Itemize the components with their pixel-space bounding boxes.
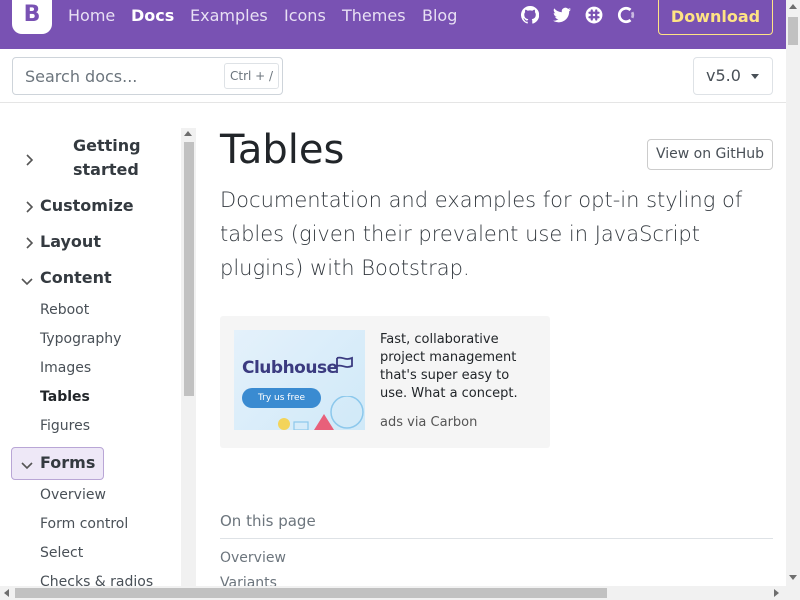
search-shortcut: Ctrl + /: [224, 63, 280, 89]
sidebar-group-getting-started-2[interactable]: started: [73, 160, 139, 179]
toc-link-overview[interactable]: Overview: [220, 550, 286, 566]
sidebar-item-form-control[interactable]: Form control: [40, 516, 128, 532]
sidebar-item-typography[interactable]: Typography: [40, 331, 121, 347]
nav-docs[interactable]: Docs: [131, 6, 174, 26]
docs-subnav: Search docs... Ctrl + / v5.0: [0, 49, 786, 103]
search-placeholder: Search docs...: [25, 67, 138, 86]
nav-themes[interactable]: Themes: [342, 6, 406, 26]
sidebar-item-figures[interactable]: Figures: [40, 418, 90, 434]
chevron-down-icon[interactable]: [20, 459, 34, 473]
page-horizontal-scroll-thumb[interactable]: [15, 588, 607, 598]
docs-sidebar: Getting started Customize Layout Content…: [0, 103, 196, 586]
page-lead: Documentation and examples for opt-in st…: [220, 188, 743, 280]
on-this-page-heading: On this page: [220, 512, 316, 530]
caret-down-icon: [751, 74, 759, 79]
page-title: Tables: [220, 127, 345, 173]
twitter-icon[interactable]: [553, 6, 571, 24]
scroll-right-arrow-icon[interactable]: [774, 589, 779, 597]
nav-blog[interactable]: Blog: [422, 6, 457, 26]
sidebar-item-select[interactable]: Select: [40, 545, 83, 561]
github-icon[interactable]: [521, 6, 539, 24]
sidebar-group-forms[interactable]: Forms: [40, 453, 95, 472]
chevron-right-icon[interactable]: [23, 236, 37, 250]
toc-divider: [220, 538, 773, 539]
scroll-left-arrow-icon[interactable]: [4, 589, 9, 597]
ad-description[interactable]: Fast, collaborative project management t…: [380, 331, 530, 403]
chevron-down-icon[interactable]: [20, 275, 34, 289]
sidebar-item-tables[interactable]: Tables: [40, 389, 90, 405]
ad-decoration-icon: [278, 396, 364, 430]
version-dropdown[interactable]: v5.0: [693, 57, 773, 95]
nav-home[interactable]: Home: [68, 6, 115, 26]
bootstrap-logo[interactable]: B: [12, 0, 52, 34]
top-navbar: B Home Docs Examples Icons Themes Blog D…: [0, 0, 786, 49]
page-vertical-scrollbar[interactable]: [786, 0, 800, 586]
opencollective-icon[interactable]: [617, 6, 635, 24]
slack-icon[interactable]: [585, 6, 603, 24]
download-button[interactable]: Download: [658, 0, 773, 35]
sidebar-scroll-thumb[interactable]: [184, 142, 194, 396]
page-vertical-scroll-thumb[interactable]: [788, 17, 798, 45]
search-input[interactable]: Search docs... Ctrl + /: [12, 57, 283, 95]
scroll-up-arrow-icon[interactable]: [789, 4, 797, 9]
sidebar-group-customize[interactable]: Customize: [40, 196, 134, 215]
scroll-up-arrow-icon[interactable]: [184, 131, 192, 136]
sidebar-group-content[interactable]: Content: [40, 268, 112, 287]
scroll-down-arrow-icon[interactable]: [789, 575, 797, 580]
sidebar-item-checks-radios[interactable]: Checks & radios: [40, 574, 153, 586]
sidebar-item-reboot[interactable]: Reboot: [40, 302, 89, 318]
chevron-right-icon[interactable]: [23, 153, 37, 167]
ad-image[interactable]: Clubhouse Try us free: [234, 330, 365, 430]
carbon-ad: Clubhouse Try us free Fast, collaborativ…: [220, 316, 550, 448]
sidebar-item-images[interactable]: Images: [40, 360, 91, 376]
nav-examples[interactable]: Examples: [190, 6, 268, 26]
chevron-right-icon[interactable]: [23, 200, 37, 214]
nav-icons[interactable]: Icons: [284, 6, 326, 26]
ad-attribution[interactable]: ads via Carbon: [380, 415, 477, 430]
ad-logo-text: Clubhouse: [242, 358, 338, 378]
view-on-github-button[interactable]: View on GitHub: [647, 139, 773, 170]
sidebar-group-layout[interactable]: Layout: [40, 232, 101, 251]
sidebar-group-getting-started[interactable]: Getting: [73, 136, 141, 155]
flag-icon: [336, 356, 353, 373]
sidebar-item-overview[interactable]: Overview: [40, 487, 106, 503]
